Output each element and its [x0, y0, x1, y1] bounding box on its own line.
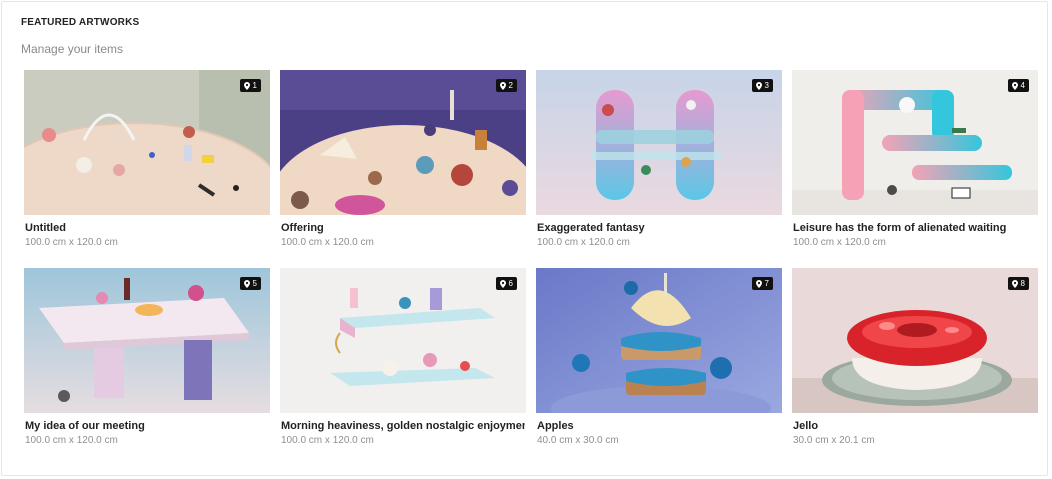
- artwork-image-my-idea[interactable]: [24, 268, 270, 413]
- section-subtitle: Manage your items: [21, 42, 124, 56]
- artwork-title[interactable]: Jello: [793, 420, 1037, 432]
- location-pin-badge: 7: [751, 277, 773, 290]
- location-pin-icon: [499, 279, 506, 288]
- location-pin-badge: 6: [495, 277, 517, 290]
- pin-number: 7: [764, 279, 769, 288]
- artwork-image-leisure[interactable]: [792, 70, 1038, 215]
- location-pin-icon: [243, 81, 250, 90]
- artwork-dimensions: 100.0 cm x 120.0 cm: [793, 237, 886, 248]
- location-pin-icon: [243, 279, 250, 288]
- artwork-title[interactable]: Offering: [281, 222, 525, 234]
- artwork-card[interactable]: 1 Untitled 100.0 cm x 120.0 cm: [24, 70, 270, 255]
- artwork-image-exaggerated-fantasy[interactable]: [536, 70, 782, 215]
- artwork-title[interactable]: Untitled: [25, 222, 269, 234]
- artwork-image-jello[interactable]: [792, 268, 1038, 413]
- location-pin-icon: [499, 81, 506, 90]
- artwork-title[interactable]: Exaggerated fantasy: [537, 222, 781, 234]
- location-pin-icon: [1011, 279, 1018, 288]
- featured-artworks-panel: FEATURED ARTWORKS Manage your items 1 Un…: [1, 1, 1048, 476]
- location-pin-badge: 5: [239, 277, 261, 290]
- location-pin-badge: 4: [1007, 79, 1029, 92]
- section-title: FEATURED ARTWORKS: [21, 17, 140, 28]
- artwork-dimensions: 100.0 cm x 120.0 cm: [281, 435, 374, 446]
- pin-number: 8: [1020, 279, 1025, 288]
- artwork-image-apples[interactable]: [536, 268, 782, 413]
- artwork-card[interactable]: 2 Offering 100.0 cm x 120.0 cm: [280, 70, 526, 255]
- artwork-card[interactable]: 3 Exaggerated fantasy 100.0 cm x 120.0 c…: [536, 70, 782, 255]
- pin-number: 3: [764, 81, 769, 90]
- artwork-dimensions: 30.0 cm x 20.1 cm: [793, 435, 875, 446]
- pin-number: 6: [508, 279, 513, 288]
- artwork-dimensions: 100.0 cm x 120.0 cm: [25, 435, 118, 446]
- location-pin-badge: 8: [1007, 277, 1029, 290]
- location-pin-badge: 1: [239, 79, 261, 92]
- artwork-dimensions: 40.0 cm x 30.0 cm: [537, 435, 619, 446]
- artwork-dimensions: 100.0 cm x 120.0 cm: [25, 237, 118, 248]
- artwork-grid: 1 Untitled 100.0 cm x 120.0 cm 2 Offerin…: [24, 70, 1038, 470]
- artwork-dimensions: 100.0 cm x 120.0 cm: [537, 237, 630, 248]
- artwork-image-morning-heaviness[interactable]: [280, 268, 526, 413]
- pin-number: 2: [508, 81, 513, 90]
- location-pin-badge: 2: [495, 79, 517, 92]
- artwork-title[interactable]: Morning heaviness, golden nostalgic enjo…: [281, 420, 525, 432]
- artwork-card[interactable]: 4 Leisure has the form of alienated wait…: [792, 70, 1038, 255]
- location-pin-badge: 3: [751, 79, 773, 92]
- artwork-card[interactable]: 5 My idea of our meeting 100.0 cm x 120.…: [24, 268, 270, 453]
- artwork-title[interactable]: Leisure has the form of alienated waitin…: [793, 222, 1037, 234]
- location-pin-icon: [755, 279, 762, 288]
- location-pin-icon: [1011, 81, 1018, 90]
- pin-number: 5: [252, 279, 257, 288]
- pin-number: 4: [1020, 81, 1025, 90]
- artwork-title[interactable]: My idea of our meeting: [25, 420, 269, 432]
- artwork-card[interactable]: 6 Morning heaviness, golden nostalgic en…: [280, 268, 526, 453]
- pin-number: 1: [252, 81, 257, 90]
- artwork-image-offering[interactable]: [280, 70, 526, 215]
- artwork-card[interactable]: 7 Apples 40.0 cm x 30.0 cm: [536, 268, 782, 453]
- location-pin-icon: [755, 81, 762, 90]
- artwork-image-untitled[interactable]: [24, 70, 270, 215]
- artwork-card[interactable]: 8 Jello 30.0 cm x 20.1 cm: [792, 268, 1038, 453]
- artwork-title[interactable]: Apples: [537, 420, 781, 432]
- artwork-dimensions: 100.0 cm x 120.0 cm: [281, 237, 374, 248]
